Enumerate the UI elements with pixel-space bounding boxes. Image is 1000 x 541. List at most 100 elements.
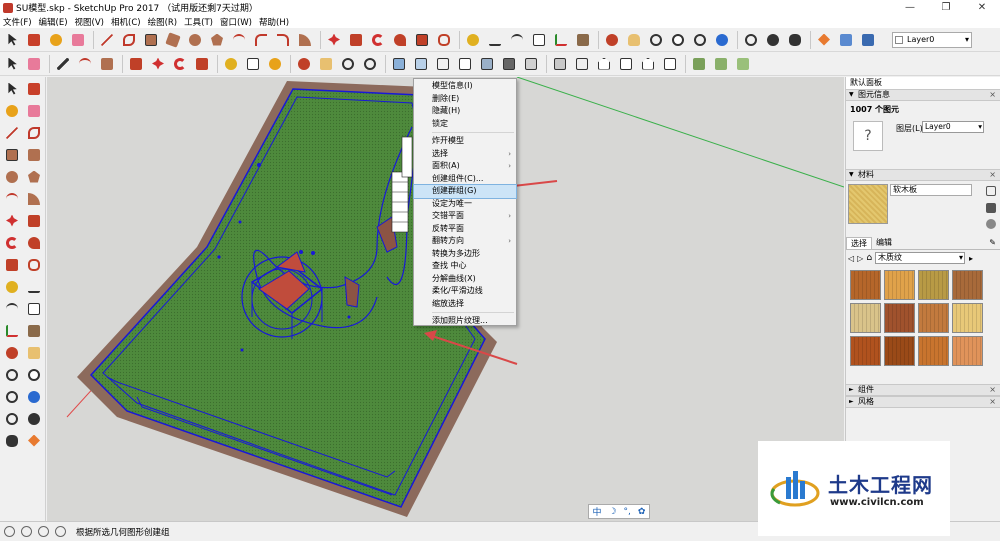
freehand-tool-icon[interactable] — [24, 123, 43, 142]
rectangle-tool-icon[interactable] — [141, 30, 161, 50]
home-icon[interactable]: ⌂ — [866, 253, 872, 263]
tab-select[interactable]: 选择 — [846, 237, 872, 249]
tape-measure-icon[interactable] — [221, 54, 241, 74]
scale-tool-icon[interactable] — [192, 54, 212, 74]
menu-explode-curve[interactable]: 分解曲线(X) — [414, 273, 516, 286]
gear-icon[interactable]: ✿ — [638, 507, 646, 517]
display-section-icon[interactable] — [836, 30, 856, 50]
section-plane-icon[interactable] — [814, 30, 834, 50]
move-tool-icon[interactable] — [148, 54, 168, 74]
menu-make-group[interactable]: 创建群组(G) — [413, 184, 517, 199]
zoom-tool-icon[interactable] — [338, 54, 358, 74]
sandbox-scratch-icon[interactable] — [711, 54, 731, 74]
menu-tools[interactable]: 工具(T) — [184, 16, 213, 28]
dimension-tool-icon[interactable] — [24, 277, 43, 296]
material-swatch[interactable] — [918, 303, 949, 333]
eraser-icon[interactable] — [24, 101, 43, 120]
position-camera-icon[interactable] — [2, 409, 21, 428]
xray-style-icon[interactable] — [389, 54, 409, 74]
close-icon[interactable]: × — [989, 170, 996, 180]
text-tool-icon[interactable] — [24, 299, 43, 318]
orbit-tool-icon[interactable] — [602, 30, 622, 50]
paint-bucket-icon[interactable] — [46, 30, 66, 50]
entity-info-header[interactable]: 图元信息× — [846, 89, 1000, 101]
menu-view[interactable]: 视图(V) — [75, 16, 104, 28]
user-icon[interactable] — [38, 526, 49, 537]
material-swatch[interactable] — [918, 270, 949, 300]
ime-language[interactable]: 中 — [592, 505, 601, 518]
components-header[interactable]: 组件× — [846, 384, 1000, 396]
help-icon[interactable] — [55, 526, 66, 537]
position-camera-icon[interactable] — [741, 30, 761, 50]
orbit-tool-icon[interactable] — [294, 54, 314, 74]
make-component-icon[interactable] — [24, 30, 44, 50]
credits-icon[interactable] — [21, 526, 32, 537]
3d-text-icon[interactable] — [573, 30, 593, 50]
material-swatch[interactable] — [850, 336, 881, 366]
close-button[interactable]: ✕ — [964, 0, 1000, 15]
menu-area[interactable]: 面积(A) › — [414, 160, 516, 173]
section-cuts-icon[interactable] — [858, 30, 878, 50]
line-tool-icon[interactable] — [97, 30, 117, 50]
menu-convert-to-polygon[interactable]: 转换为多边形 — [414, 248, 516, 261]
pencil-dropdown-icon[interactable] — [53, 54, 73, 74]
layer-dropdown[interactable]: Layer0 — [892, 31, 972, 48]
zoom-tool-icon[interactable] — [2, 365, 21, 384]
close-icon[interactable]: × — [989, 90, 996, 100]
punctuation-icon[interactable]: °, — [624, 507, 631, 517]
wireframe-style-icon[interactable] — [433, 54, 453, 74]
details-arrow-icon[interactable]: ▸ — [969, 254, 973, 263]
pie-tool-icon[interactable] — [24, 189, 43, 208]
pan-tool-icon[interactable] — [316, 54, 336, 74]
menu-add-photo-texture[interactable]: 添加照片纹理... — [414, 315, 516, 328]
offset-tool-icon[interactable] — [24, 255, 43, 274]
material-swatch[interactable] — [850, 303, 881, 333]
move-tool-icon[interactable] — [2, 211, 21, 230]
pan-tool-icon[interactable] — [24, 343, 43, 362]
freehand-tool-icon[interactable] — [119, 30, 139, 50]
material-swatch[interactable] — [884, 303, 915, 333]
section-plane-icon[interactable] — [24, 431, 43, 450]
close-icon[interactable]: × — [989, 397, 996, 407]
rotate-tool-icon[interactable] — [368, 30, 388, 50]
menu-lock[interactable]: 锁定 — [414, 118, 516, 131]
follow-me-icon[interactable] — [24, 233, 43, 252]
close-icon[interactable]: × — [989, 385, 996, 395]
menu-camera[interactable]: 相机(C) — [111, 16, 141, 28]
axes-tool-icon[interactable] — [2, 321, 21, 340]
tab-edit[interactable]: 编辑 — [872, 237, 896, 249]
eraser-icon[interactable] — [68, 30, 88, 50]
push-pull-icon[interactable] — [126, 54, 146, 74]
material-swatch[interactable] — [918, 336, 949, 366]
material-preview-swatch[interactable] — [848, 184, 888, 224]
zoom-tool-icon[interactable] — [646, 30, 666, 50]
eraser-icon[interactable] — [24, 54, 44, 74]
menu-reverse-faces[interactable]: 反转平面 — [414, 223, 516, 236]
scale-tool-icon[interactable] — [2, 255, 21, 274]
protractor-icon[interactable] — [2, 299, 21, 318]
shaded-texture-style-icon[interactable] — [499, 54, 519, 74]
text-tool-icon[interactable] — [529, 30, 549, 50]
material-swatch[interactable] — [952, 336, 983, 366]
styles-header[interactable]: 风格× — [846, 396, 1000, 408]
polygon-tool-icon[interactable] — [24, 167, 43, 186]
zoom-extents-icon[interactable] — [2, 387, 21, 406]
zoom-extents-icon[interactable] — [360, 54, 380, 74]
entity-layer-dropdown[interactable]: Layer0 — [922, 121, 984, 133]
monochrome-style-icon[interactable] — [521, 54, 541, 74]
menu-file[interactable]: 文件(F) — [3, 16, 32, 28]
back-view-icon[interactable] — [638, 54, 658, 74]
sandbox-contours-icon[interactable] — [689, 54, 709, 74]
scale-tool-icon[interactable] — [412, 30, 432, 50]
back-edges-style-icon[interactable] — [411, 54, 431, 74]
zoom-window-icon[interactable] — [668, 30, 688, 50]
move-tool-icon[interactable] — [324, 30, 344, 50]
push-pull-icon[interactable] — [346, 30, 366, 50]
menu-draw[interactable]: 绘图(R) — [148, 16, 178, 28]
orbit-tool-icon[interactable] — [2, 343, 21, 362]
menu-window[interactable]: 窗口(W) — [220, 16, 252, 28]
pie-tool-icon[interactable] — [295, 30, 315, 50]
zoom-window-icon[interactable] — [24, 365, 43, 384]
arc-tool-icon[interactable] — [229, 30, 249, 50]
menu-delete[interactable]: 删除(E) — [414, 93, 516, 106]
